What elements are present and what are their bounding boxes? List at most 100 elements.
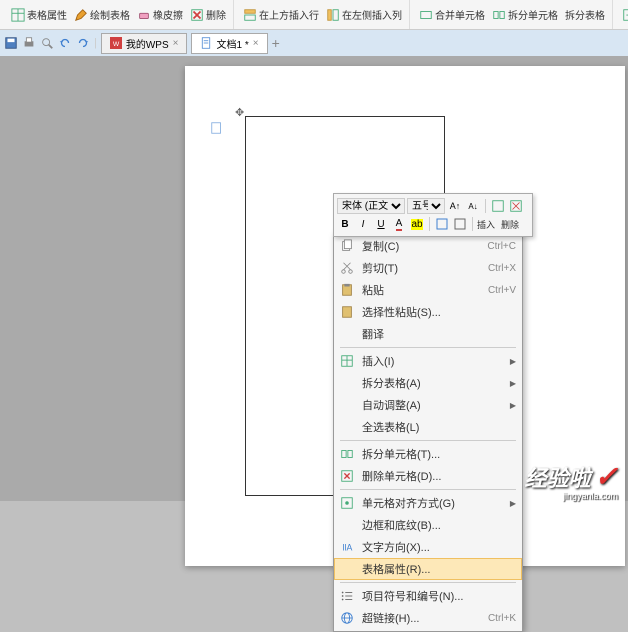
align-grid-icon (436, 218, 448, 230)
delete-icon (190, 8, 204, 22)
menu-border-shading[interactable]: 边框和底纹(B)... (334, 514, 522, 536)
delete-button[interactable]: 删除 (187, 5, 229, 24)
context-menu: 复制(C)Ctrl+C 剪切(T)Ctrl+X 粘贴Ctrl+V 选择性粘贴(S… (333, 232, 523, 632)
check-icon: ✓ (595, 460, 618, 493)
insert-table-icon (340, 354, 354, 368)
split-cells-button[interactable]: 拆分单元格 (489, 5, 561, 24)
mini-highlight-button[interactable]: ab (409, 216, 425, 232)
submenu-arrow-icon: ▶ (510, 401, 516, 410)
table-properties-button[interactable]: 表格属性 (8, 5, 70, 24)
menu-insert[interactable]: 插入(I)▶ (334, 350, 522, 372)
menu-separator (340, 347, 516, 348)
mini-italic-button[interactable]: I (355, 216, 371, 232)
delete-cell-icon (340, 469, 354, 483)
mini-size-select[interactable]: 五号 (407, 198, 445, 214)
menu-cut[interactable]: 剪切(T)Ctrl+X (334, 257, 522, 279)
table-move-handle[interactable]: ✥ (235, 106, 244, 119)
submenu-arrow-icon: ▶ (510, 499, 516, 508)
redo-icon[interactable] (76, 36, 90, 50)
border-icon (454, 218, 466, 230)
menu-translate[interactable]: 翻译 (334, 323, 522, 345)
menu-paste-special[interactable]: 选择性粘贴(S)... (334, 301, 522, 323)
autofit-button[interactable]: 自动调整 (619, 5, 628, 24)
wps-home-tab[interactable]: W 我的WPS × (101, 33, 188, 54)
mini-align-button[interactable] (434, 216, 450, 232)
ribbon-group-rows: 在上方插入行 在左侧插入列 (236, 0, 410, 29)
save-icon[interactable] (4, 36, 18, 50)
ribbon-toolbar: 表格属性 绘制表格 橡皮擦 删除 在上方插入行 在左侧插入列 合并单元格 拆分单… (0, 0, 628, 30)
mini-insert-label[interactable]: 插入 (477, 218, 495, 231)
menu-paste[interactable]: 粘贴Ctrl+V (334, 279, 522, 301)
doc-icon (200, 37, 212, 49)
submenu-arrow-icon: ▶ (510, 357, 516, 366)
document-tab[interactable]: 文档1 * × (191, 33, 267, 54)
close-tab-icon[interactable]: × (173, 38, 179, 49)
mini-delete-button[interactable] (508, 198, 524, 214)
page-marker-icon (210, 121, 224, 135)
mini-fontcolor-button[interactable]: A (391, 216, 407, 232)
insert-col-left-button[interactable]: 在左侧插入列 (323, 5, 405, 24)
add-tab-button[interactable]: + (272, 35, 280, 51)
mini-insert-button[interactable] (490, 198, 506, 214)
wps-icon: W (110, 37, 122, 49)
undo-icon[interactable] (58, 36, 72, 50)
text-dir-icon: llA (340, 540, 354, 554)
watermark-url: jingyanla.com (563, 491, 618, 501)
merge-cells-button[interactable]: 合并单元格 (416, 5, 488, 24)
menu-select-all-table[interactable]: 全选表格(L) (334, 416, 522, 438)
menu-table-properties[interactable]: 表格属性(R)... (334, 558, 522, 580)
document-tab-bar: | W 我的WPS × 文档1 * × + (0, 30, 628, 56)
menu-delete-cell[interactable]: 删除单元格(D)... (334, 465, 522, 487)
close-tab-icon[interactable]: × (253, 38, 259, 49)
paste-icon (340, 283, 354, 297)
print-icon[interactable] (22, 36, 36, 50)
mini-bold-button[interactable]: B (337, 216, 353, 232)
autofit-icon (622, 8, 628, 22)
eraser-button[interactable]: 橡皮擦 (134, 5, 186, 24)
paste-special-icon (340, 305, 354, 319)
submenu-arrow-icon: ▶ (510, 379, 516, 388)
watermark: 经验啦 ✓ (525, 460, 618, 493)
table-icon (11, 8, 25, 22)
col-left-icon (326, 8, 340, 22)
svg-text:W: W (113, 41, 120, 48)
split-table-button[interactable]: 拆分表格 (562, 5, 608, 24)
pencil-icon (74, 8, 88, 22)
split-icon (492, 8, 506, 22)
copy-icon (340, 239, 354, 253)
bullets-icon (340, 589, 354, 603)
ribbon-group-autofit: 自动调整 (615, 0, 628, 29)
insert-row-above-button[interactable]: 在上方插入行 (240, 5, 322, 24)
ribbon-group-merge: 合并单元格 拆分单元格 拆分表格 (412, 0, 613, 29)
menu-separator (340, 489, 516, 490)
mini-underline-button[interactable]: U (373, 216, 389, 232)
menu-split-cell[interactable]: 拆分单元格(T)... (334, 443, 522, 465)
mini-border-button[interactable] (452, 216, 468, 232)
merge-icon (419, 8, 433, 22)
delete-icon (509, 199, 523, 213)
grow-font-button[interactable]: A↑ (447, 198, 463, 214)
menu-bullets-numbering[interactable]: 项目符号和编号(N)... (334, 585, 522, 607)
ribbon-group-table: 表格属性 绘制表格 橡皮擦 删除 (4, 0, 234, 29)
hyperlink-icon (340, 611, 354, 625)
menu-text-direction[interactable]: llA文字方向(X)... (334, 536, 522, 558)
menu-hyperlink[interactable]: 超链接(H)...Ctrl+K (334, 607, 522, 629)
insert-icon (491, 199, 505, 213)
draw-table-button[interactable]: 绘制表格 (71, 5, 133, 24)
menu-autofit[interactable]: 自动调整(A)▶ (334, 394, 522, 416)
preview-icon[interactable] (40, 36, 54, 50)
menu-copy[interactable]: 复制(C)Ctrl+C (334, 235, 522, 257)
workspace: ✥ (0, 56, 628, 501)
shrink-font-button[interactable]: A↓ (465, 198, 481, 214)
menu-cell-align[interactable]: 单元格对齐方式(G)▶ (334, 492, 522, 514)
cell-align-icon (340, 496, 354, 510)
split-cell-icon (340, 447, 354, 461)
mini-font-select[interactable]: 宋体 (正文) (337, 198, 405, 214)
row-above-icon (243, 8, 257, 22)
menu-split-table[interactable]: 拆分表格(A)▶ (334, 372, 522, 394)
mini-delete-label[interactable]: 删除 (501, 218, 519, 231)
svg-text:llA: llA (343, 543, 353, 553)
menu-separator (340, 582, 516, 583)
menu-separator (340, 440, 516, 441)
cut-icon (340, 261, 354, 275)
